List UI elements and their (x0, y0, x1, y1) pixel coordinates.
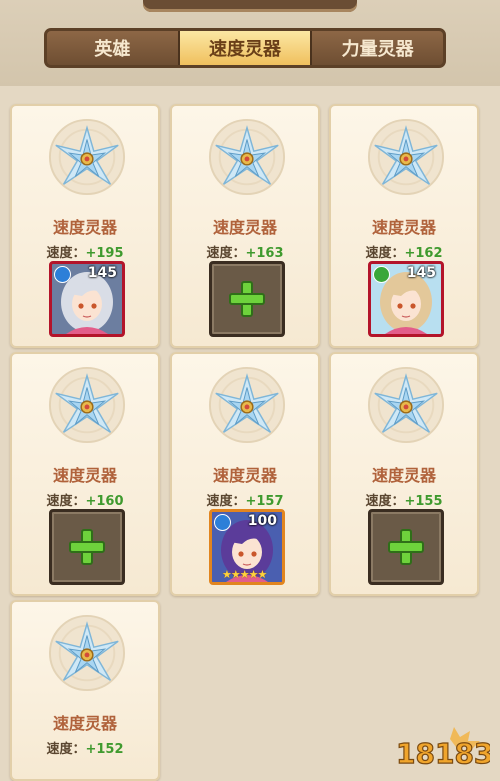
artifact-stat: 速度：+155 (331, 490, 477, 509)
artifact-card[interactable]: 速度灵器速度：+157 100 ★★★★★ (170, 352, 320, 596)
hero-level: 145 (87, 265, 117, 281)
artifact-title: 速度灵器 (52, 218, 117, 237)
tab-bar: 英雄 速度灵器 力量灵器 (44, 28, 446, 68)
stat-value: +160 (85, 494, 124, 509)
wind-element-icon (373, 266, 390, 283)
plus-icon (69, 529, 105, 565)
artifact-stat: 速度：+163 (172, 242, 318, 261)
artifact-stat: 速度：+152 (12, 738, 158, 757)
stat-label: 速度： (206, 494, 246, 509)
artifact-title: 速度灵器 (52, 466, 117, 485)
speed-artifact-emblem-icon (367, 366, 445, 444)
speed-artifact-emblem-icon (48, 614, 126, 692)
tab-power-artifact[interactable]: 力量灵器 (312, 31, 443, 65)
stat-value: +162 (404, 246, 443, 261)
artifact-card[interactable]: 速度灵器速度：+195 145 (10, 104, 160, 348)
add-hero-slot-button[interactable] (209, 261, 285, 337)
artifact-title: 速度灵器 (371, 466, 436, 485)
artifact-card[interactable]: 速度灵器速度：+152 (10, 600, 160, 781)
stat-value: +155 (404, 494, 443, 509)
artifact-card[interactable]: 速度灵器速度：+163 (170, 104, 320, 348)
speed-artifact-emblem-icon (367, 118, 445, 196)
artifact-card[interactable]: 速度灵器速度：+162 145 (329, 104, 479, 348)
top-notch (143, 0, 357, 12)
artifact-stat: 速度：+157 (172, 490, 318, 509)
stat-label: 速度： (46, 742, 86, 757)
stat-value: +163 (245, 246, 284, 261)
watermark-text: 18183 (396, 737, 490, 769)
hero-stars: ★★★★★ (222, 568, 267, 581)
hero-portrait-slot[interactable]: 145 (368, 261, 444, 337)
water-element-icon (54, 266, 71, 283)
hero-level: 145 (406, 265, 436, 281)
stat-value: +195 (85, 246, 124, 261)
watermark-logo: 18183 (395, 727, 490, 769)
artifact-stat: 速度：+195 (12, 242, 158, 261)
artifact-stat: 速度：+160 (12, 490, 158, 509)
tab-speed-artifact[interactable]: 速度灵器 (179, 31, 313, 65)
water-element-icon (214, 514, 231, 531)
artifact-title: 速度灵器 (371, 218, 436, 237)
speed-artifact-emblem-icon (208, 366, 286, 444)
artifact-card[interactable]: 速度灵器速度：+155 (329, 352, 479, 596)
artifact-card[interactable]: 速度灵器速度：+160 (10, 352, 160, 596)
tab-heroes[interactable]: 英雄 (47, 31, 180, 65)
plus-icon (229, 281, 265, 317)
add-hero-slot-button[interactable] (49, 509, 125, 585)
hero-portrait-slot[interactable]: 100 ★★★★★ (209, 509, 285, 585)
artifact-title: 速度灵器 (212, 466, 277, 485)
speed-artifact-emblem-icon (48, 366, 126, 444)
artifact-title: 速度灵器 (212, 218, 277, 237)
hero-level: 100 (247, 513, 277, 529)
stat-label: 速度： (365, 494, 405, 509)
artifact-title: 速度灵器 (52, 714, 117, 733)
artifact-stat: 速度：+162 (331, 242, 477, 261)
stat-label: 速度： (365, 246, 405, 261)
stat-label: 速度： (46, 494, 86, 509)
stat-value: +157 (245, 494, 284, 509)
top-bar: 英雄 速度灵器 力量灵器 (0, 0, 500, 86)
speed-artifact-emblem-icon (208, 118, 286, 196)
hero-portrait-slot[interactable]: 145 (49, 261, 125, 337)
stat-value: +152 (85, 742, 124, 757)
speed-artifact-emblem-icon (48, 118, 126, 196)
stat-label: 速度： (206, 246, 246, 261)
plus-icon (388, 529, 424, 565)
stat-label: 速度： (46, 246, 86, 261)
add-hero-slot-button[interactable] (368, 509, 444, 585)
